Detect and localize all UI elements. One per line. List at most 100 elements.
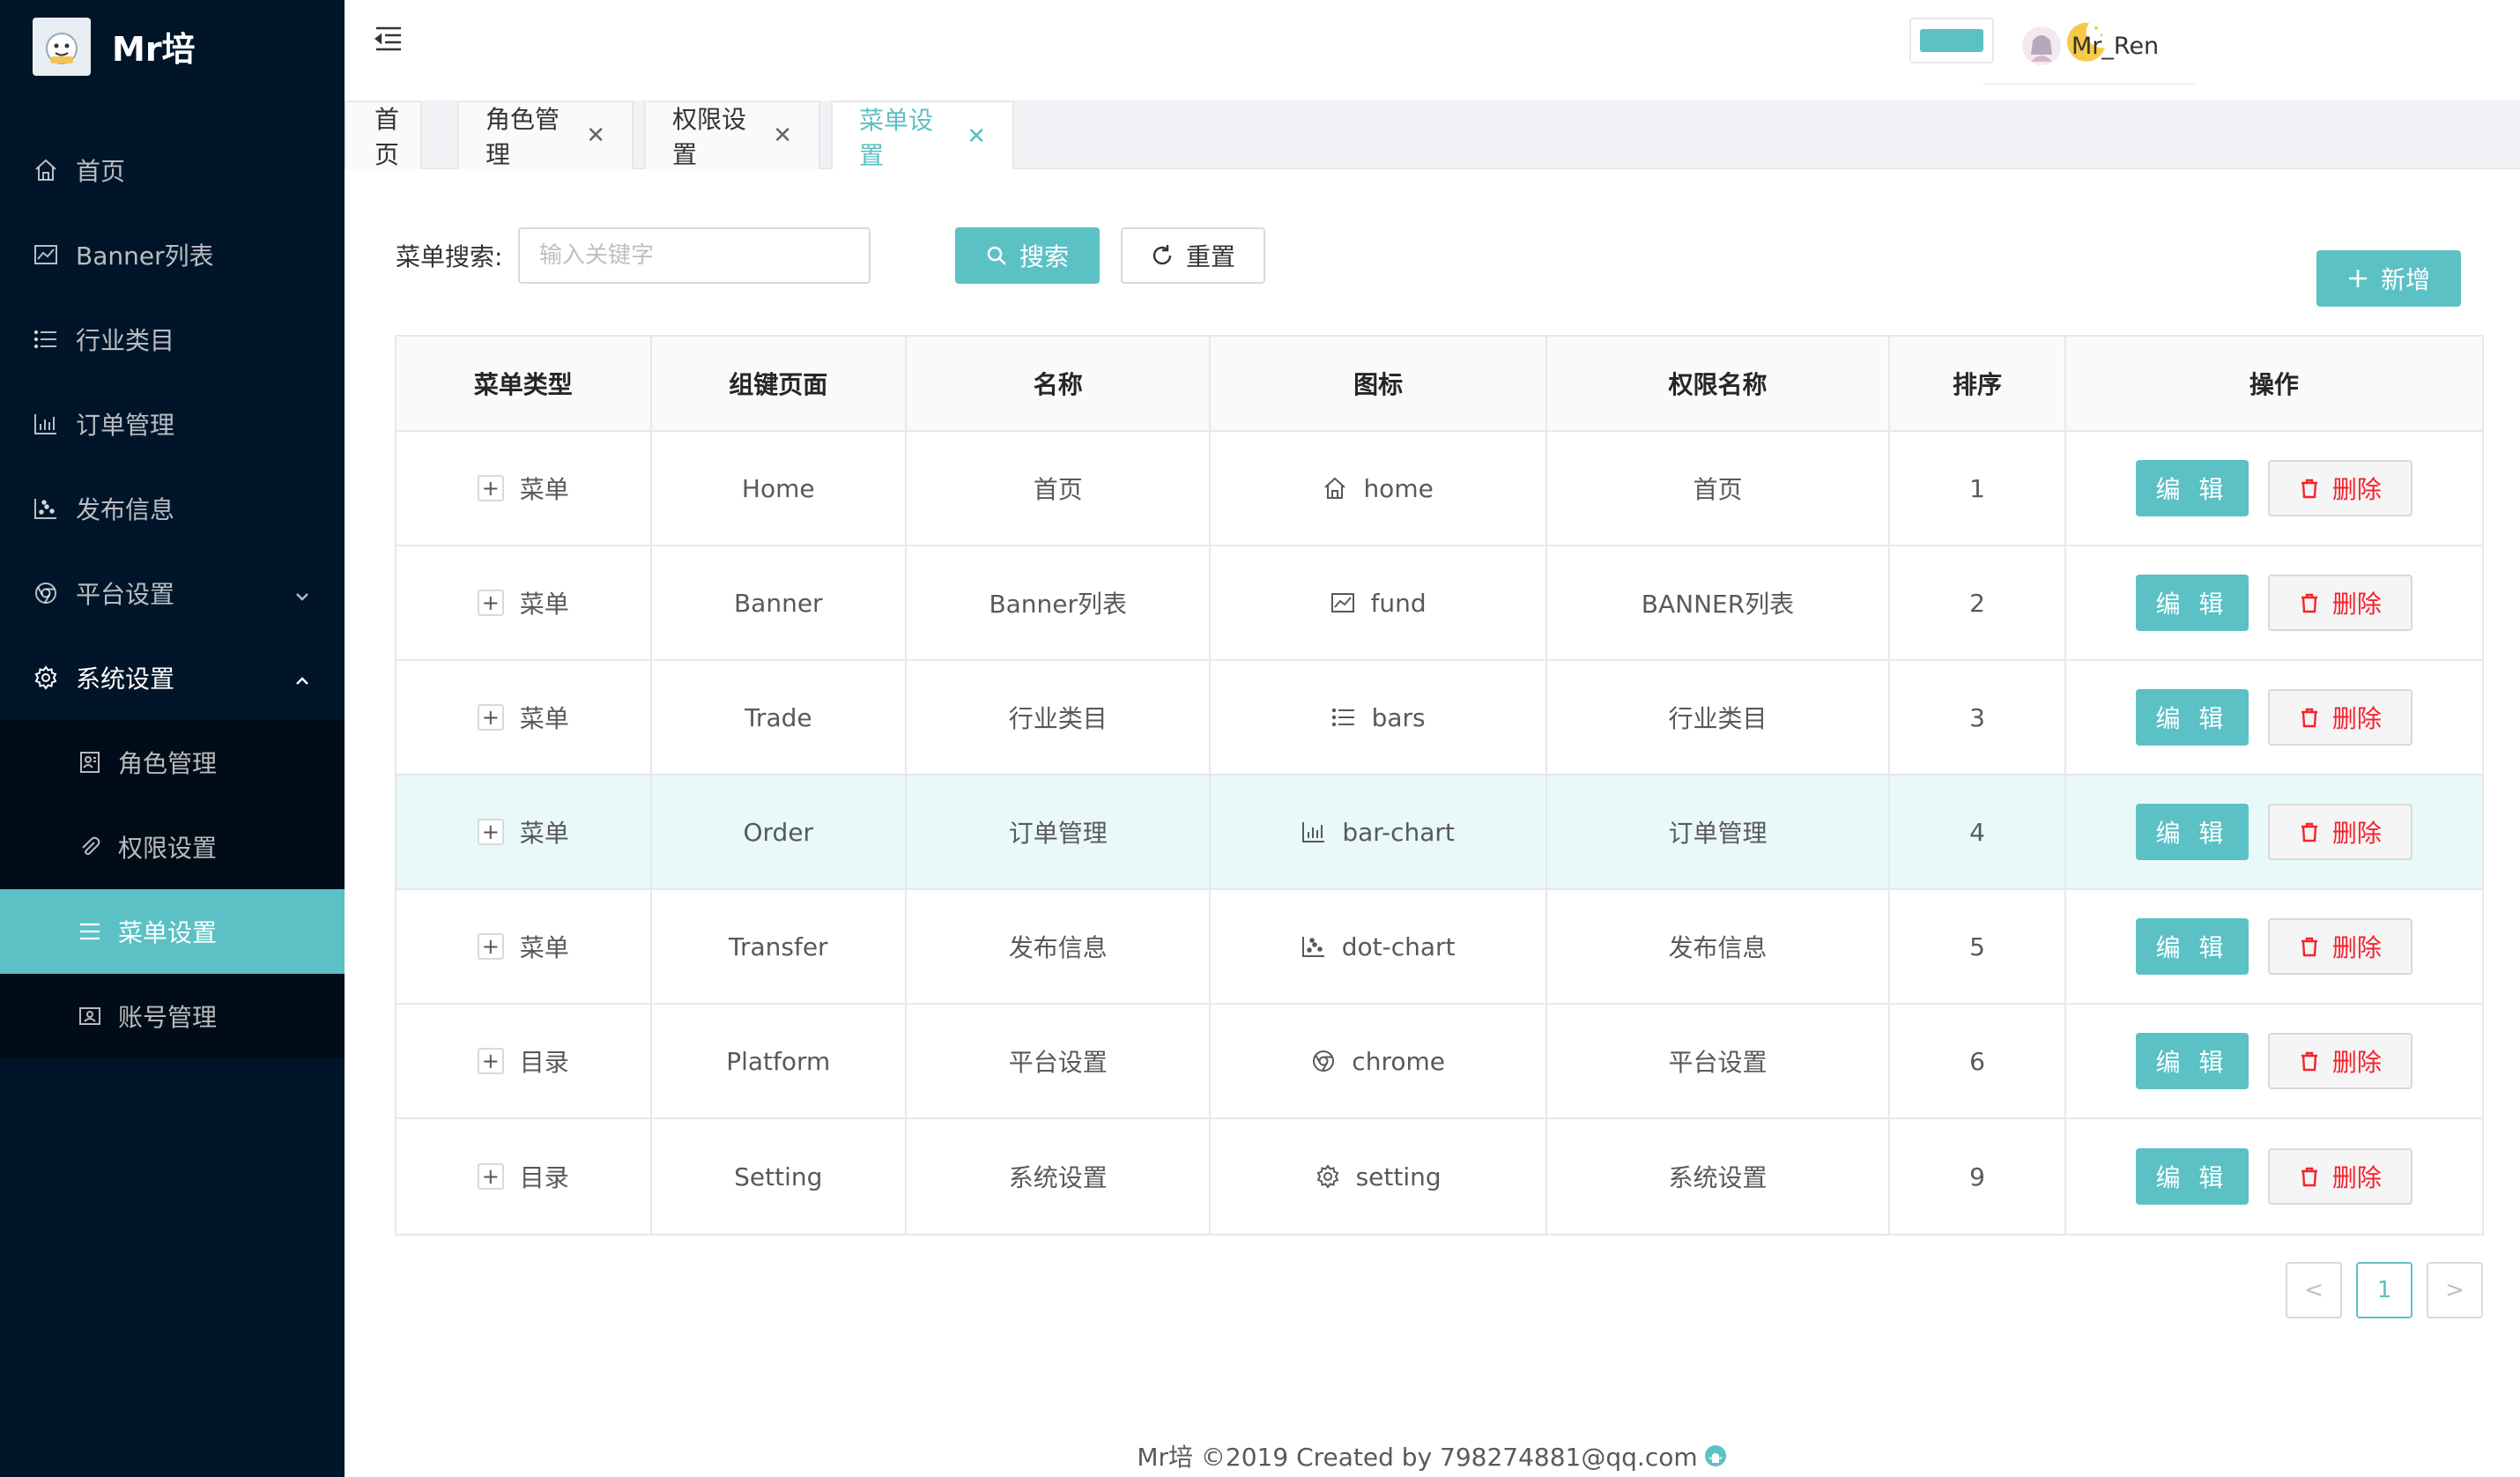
cell-page: Banner [652,546,908,659]
cell-order: 3 [1890,661,2066,774]
system-submenu: 角色管理 权限设置 菜单设置 账号管理 [0,720,345,1058]
delete-button[interactable]: 删除 [2267,1148,2413,1205]
column-header: 组键页面 [652,337,908,430]
expand-icon[interactable]: + [477,819,504,845]
paper-clip-icon [76,833,104,861]
cell-name: 发布信息 [907,890,1212,1003]
table-row[interactable]: + 菜单 Order 订单管理 bar-chart 订单管理 4 编 辑 删除 [397,776,2482,890]
delete-button[interactable]: 删除 [2267,575,2413,631]
delete-icon [2299,821,2320,842]
sidebar-item-platform[interactable]: 平台设置 [0,551,345,635]
cell-icon: chrome [1211,1005,1547,1117]
icon-name: chrome [1352,1046,1445,1076]
sidebar-item-menu-settings[interactable]: 菜单设置 [0,889,345,974]
table-row[interactable]: + 菜单 Banner Banner列表 fund BANNER列表 2 编 辑 … [397,546,2482,661]
cell-type: + 目录 [397,1119,652,1234]
edit-button[interactable]: 编 辑 [2135,1033,2249,1089]
expand-icon[interactable]: + [477,704,504,731]
cell-actions: 编 辑 删除 [2066,776,2482,888]
avatar [2022,26,2061,65]
delete-button[interactable]: 删除 [2267,689,2413,746]
add-button[interactable]: 新增 [2316,250,2461,307]
menu-fold-icon[interactable] [373,23,404,58]
sidebar-item-home[interactable]: 首页 [0,128,345,212]
edit-button[interactable]: 编 辑 [2135,804,2249,860]
edit-button[interactable]: 编 辑 [2135,460,2249,516]
tab-home[interactable]: 首页 [345,100,422,169]
tab-permission[interactable]: 权限设置 ✕ [644,100,820,169]
delete-label: 删除 [2331,1048,2382,1077]
expand-icon[interactable]: + [477,933,504,960]
expand-icon[interactable]: + [477,590,504,616]
setting-icon [1316,1164,1340,1189]
reset-button[interactable]: 重置 [1121,227,1265,284]
delete-button[interactable]: 删除 [2267,1033,2413,1089]
tab-label: 首页 [374,105,400,169]
pagination-prev[interactable]: < [2286,1262,2342,1318]
profile-icon [76,748,104,776]
sidebar-item-order[interactable]: 订单管理 [0,382,345,466]
cell-permission: 订单管理 [1547,776,1891,888]
github-icon[interactable] [1703,1444,1728,1468]
delete-button[interactable]: 删除 [2267,460,2413,516]
sidebar-item-account[interactable]: 账号管理 [0,974,345,1058]
tab-role[interactable]: 角色管理 ✕ [457,100,634,169]
close-icon[interactable]: ✕ [773,122,792,149]
pagination-page[interactable]: 1 [2356,1262,2413,1318]
setting-icon [32,664,60,692]
cell-icon: fund [1211,546,1547,659]
type-text: 菜单 [519,590,569,619]
cell-page: Home [652,432,908,545]
delete-icon [2299,1050,2320,1072]
icon-name: home [1363,473,1434,503]
icon-name: bar-chart [1342,817,1455,847]
menu-icon [76,917,104,946]
delete-button[interactable]: 删除 [2267,918,2413,975]
menu-table: 菜单类型 组键页面 名称 图标 权限名称 排序 操作 + 菜单 Home 首页 h… [395,335,2484,1236]
delete-icon [2299,592,2320,613]
pagination-next[interactable]: > [2427,1262,2483,1318]
chrome-icon [32,579,60,607]
expand-icon[interactable]: + [477,1163,504,1190]
sidebar-item-system[interactable]: 系统设置 [0,635,345,720]
table-row[interactable]: + 菜单 Trade 行业类目 bars 行业类目 3 编 辑 删除 [397,661,2482,776]
cell-name: 平台设置 [907,1005,1212,1117]
edit-button[interactable]: 编 辑 [2135,1148,2249,1205]
user-menu[interactable]: Mr_Ren [1983,9,2195,85]
search-label: 菜单搜索: [396,242,503,271]
expand-icon[interactable]: + [477,475,504,501]
table-row[interactable]: + 菜单 Transfer 发布信息 dot-chart 发布信息 5 编 辑 删… [397,890,2482,1005]
sidebar-item-transfer[interactable]: 发布信息 [0,466,345,551]
table-row[interactable]: + 菜单 Home 首页 home 首页 1 编 辑 删除 [397,432,2482,546]
theme-color-picker[interactable] [1909,18,1994,63]
delete-button[interactable]: 删除 [2267,804,2413,860]
sidebar-item-permission[interactable]: 权限设置 [0,805,345,889]
delete-label: 删除 [2331,933,2382,962]
cell-type: + 菜单 [397,890,652,1003]
expand-icon[interactable]: + [477,1048,504,1074]
table-row[interactable]: + 目录 Platform 平台设置 chrome 平台设置 6 编 辑 删除 [397,1005,2482,1119]
logo[interactable]: Mr培 [0,0,345,93]
type-text: 菜单 [519,704,569,733]
edit-button[interactable]: 编 辑 [2135,575,2249,631]
edit-button[interactable]: 编 辑 [2135,689,2249,746]
type-text: 目录 [519,1048,569,1077]
sidebar-item-label: 权限设置 [118,834,218,863]
edit-button[interactable]: 编 辑 [2135,918,2249,975]
cell-page: Transfer [652,890,908,1003]
cell-permission: 行业类目 [1547,661,1891,774]
cell-icon: dot-chart [1211,890,1547,1003]
sidebar-item-trade[interactable]: 行业类目 [0,297,345,382]
sidebar-item-banner[interactable]: Banner列表 [0,212,345,297]
icon-name: setting [1355,1162,1442,1191]
close-icon[interactable]: ✕ [586,122,605,149]
table-row[interactable]: + 目录 Setting 系统设置 setting 系统设置 9 编 辑 删除 [397,1119,2482,1234]
search-button[interactable]: 搜索 [955,227,1100,284]
close-icon[interactable]: ✕ [967,123,986,150]
icon-name: bars [1371,702,1426,732]
search-input[interactable] [518,227,871,284]
cell-order: 6 [1890,1005,2066,1117]
sidebar-item-role[interactable]: 角色管理 [0,720,345,805]
reset-button-label: 重置 [1185,242,1235,271]
tab-menu-settings[interactable]: 菜单设置 ✕ [831,100,1014,171]
